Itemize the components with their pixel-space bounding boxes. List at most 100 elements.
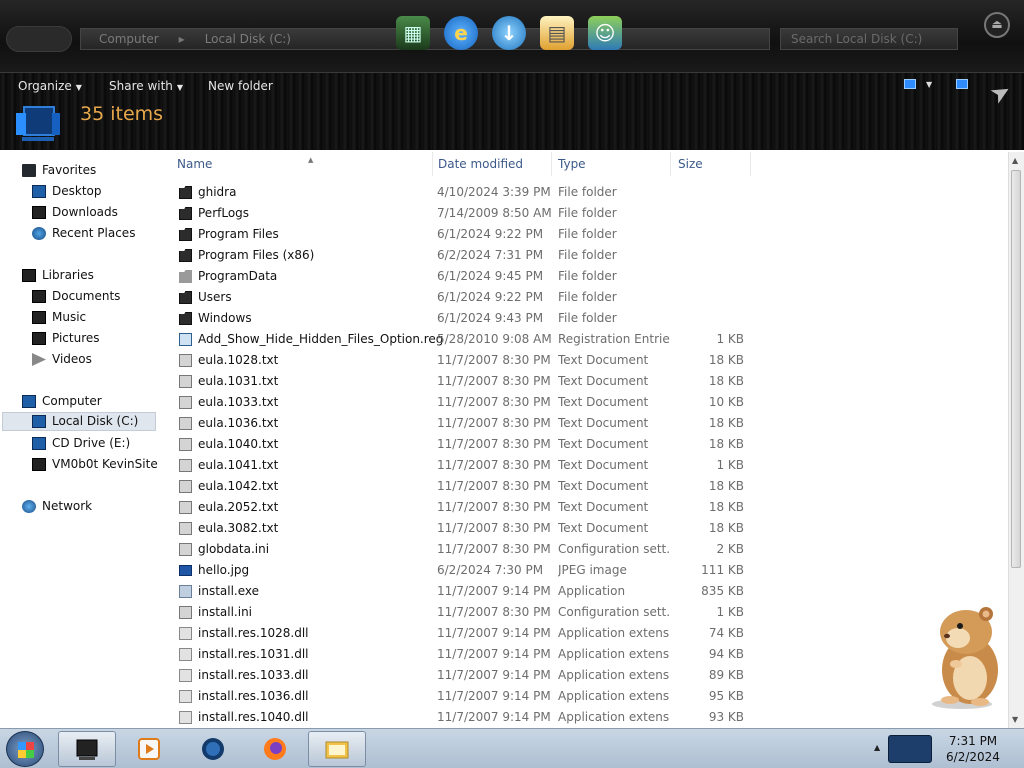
column-header-size[interactable]: Size bbox=[672, 152, 751, 176]
file-row[interactable]: ProgramData 6/1/2024 9:45 PM File folder bbox=[160, 266, 760, 287]
file-date-modified: 11/7/2007 8:30 PM bbox=[437, 416, 551, 430]
file-row[interactable]: PerfLogs 7/14/2009 8:50 AM File folder bbox=[160, 203, 760, 224]
taskbar-media-player[interactable] bbox=[120, 731, 178, 767]
change-view-icon[interactable] bbox=[904, 79, 916, 89]
file-type: Text Document bbox=[558, 500, 649, 514]
file-row[interactable]: install.res.1040.dll 11/7/2007 9:14 PM App… bbox=[160, 707, 760, 728]
file-row[interactable]: eula.3082.txt 11/7/2007 8:30 PM Text Docum… bbox=[160, 518, 760, 539]
file-row[interactable]: install.exe 11/7/2007 9:14 PM Application 8… bbox=[160, 581, 760, 602]
chevron-down-icon[interactable]: ▼ bbox=[926, 80, 932, 89]
file-row[interactable]: eula.1031.txt 11/7/2007 8:30 PM Text Docum… bbox=[160, 371, 760, 392]
file-name: ghidra bbox=[198, 185, 237, 199]
file-row[interactable]: eula.2052.txt 11/7/2007 8:30 PM Text Docum… bbox=[160, 497, 760, 518]
file-row[interactable]: eula.1036.txt 11/7/2007 8:30 PM Text Docum… bbox=[160, 413, 760, 434]
nav-desktop[interactable]: Desktop bbox=[32, 182, 102, 201]
nav-favorites[interactable]: Favorites bbox=[22, 161, 96, 180]
preview-pane-icon[interactable] bbox=[956, 79, 969, 89]
column-header-name[interactable]: Name ▲ bbox=[171, 152, 433, 176]
nav-pictures[interactable]: Pictures bbox=[32, 329, 100, 348]
app-launcher-icon[interactable]: ▦ bbox=[396, 16, 430, 50]
file-size: 93 KB bbox=[708, 710, 744, 724]
globe-update-icon[interactable]: ↓ bbox=[492, 16, 526, 50]
folder-explorer-icon[interactable]: ▤ bbox=[540, 16, 574, 50]
share-with-button[interactable]: Share with ▼ bbox=[109, 76, 183, 96]
network-status-icon[interactable] bbox=[888, 735, 932, 763]
navigation-pane: Favorites Desktop Downloads Recent Place… bbox=[0, 152, 160, 728]
users-icon[interactable]: ☺ bbox=[588, 16, 622, 50]
nav-libraries[interactable]: Libraries bbox=[22, 266, 94, 285]
file-name: install.exe bbox=[198, 584, 260, 598]
file-type: Application bbox=[558, 584, 626, 598]
scrollbar-thumb[interactable] bbox=[1011, 170, 1021, 568]
hamster-desktop-pet[interactable] bbox=[920, 604, 1010, 710]
nav-local-disk[interactable]: Local Disk (C:) bbox=[2, 412, 156, 431]
nav-computer[interactable]: Computer bbox=[22, 392, 102, 411]
nav-network[interactable]: Network bbox=[22, 497, 92, 516]
file-row[interactable]: eula.1028.txt 11/7/2007 8:30 PM Text Docum… bbox=[160, 350, 760, 371]
file-row[interactable]: eula.1041.txt 11/7/2007 8:30 PM Text Docum… bbox=[160, 455, 760, 476]
file-type: File folder bbox=[558, 311, 617, 325]
column-label: Name bbox=[177, 157, 213, 171]
file-row[interactable]: eula.1033.txt 11/7/2007 8:30 PM Text Docum… bbox=[160, 392, 760, 413]
nav-music[interactable]: Music bbox=[32, 308, 86, 327]
system-clock[interactable]: 7:31 PM 6/2/2024 bbox=[938, 733, 1008, 765]
nav-cd-drive[interactable]: CD Drive (E:) bbox=[32, 434, 130, 453]
file-row[interactable]: Add_Show_Hide_Hidden_Files_Option.reg 5/2… bbox=[160, 329, 760, 350]
file-row[interactable]: Program Files 6/1/2024 9:22 PM File folder bbox=[160, 224, 760, 245]
address-segment-local-disk[interactable]: Local Disk (C:) bbox=[205, 29, 291, 49]
cd-drive-icon bbox=[32, 437, 46, 450]
column-header-date[interactable]: Date modified bbox=[432, 152, 552, 176]
file-date-modified: 11/7/2007 8:30 PM bbox=[437, 395, 551, 409]
image-file-icon bbox=[179, 565, 192, 576]
search-input[interactable]: Search Local Disk (C:) bbox=[780, 28, 958, 50]
scroll-up-icon[interactable]: ▲ bbox=[1012, 156, 1018, 165]
internet-explorer-icon[interactable]: e bbox=[444, 16, 478, 50]
file-name: install.res.1033.dll bbox=[198, 668, 309, 682]
file-name: Program Files bbox=[198, 227, 279, 241]
file-row[interactable]: install.res.1033.dll 11/7/2007 9:14 PM App… bbox=[160, 665, 760, 686]
text-document-icon bbox=[179, 501, 192, 514]
file-date-modified: 11/7/2007 8:30 PM bbox=[437, 542, 551, 556]
file-row[interactable]: ghidra 4/10/2024 3:39 PM File folder bbox=[160, 182, 760, 203]
nav-recent-places[interactable]: Recent Places bbox=[32, 224, 135, 243]
file-row[interactable]: hello.jpg 6/2/2024 7:30 PM JPEG image 111 K… bbox=[160, 560, 760, 581]
file-row[interactable]: globdata.ini 11/7/2007 8:30 PM Configurati… bbox=[160, 539, 760, 560]
drive-details-icon bbox=[16, 106, 60, 141]
file-row[interactable]: install.res.1028.dll 11/7/2007 9:14 PM App… bbox=[160, 623, 760, 644]
taskbar-file-explorer[interactable] bbox=[308, 731, 366, 767]
address-segment-computer[interactable]: Computer bbox=[99, 29, 159, 49]
file-row[interactable]: Windows 6/1/2024 9:43 PM File folder bbox=[160, 308, 760, 329]
file-row[interactable]: install.res.1036.dll 11/7/2007 9:14 PM App… bbox=[160, 686, 760, 707]
column-header-type[interactable]: Type bbox=[552, 152, 671, 176]
file-date-modified: 6/1/2024 9:22 PM bbox=[437, 227, 544, 241]
text-document-icon bbox=[179, 375, 192, 388]
back-forward-buttons[interactable] bbox=[6, 26, 72, 52]
start-button[interactable] bbox=[6, 731, 44, 767]
file-row[interactable]: Program Files (x86) 6/2/2024 7:31 PM File … bbox=[160, 245, 760, 266]
nav-downloads[interactable]: Downloads bbox=[32, 203, 118, 222]
scroll-down-icon[interactable]: ▼ bbox=[1012, 715, 1018, 724]
file-size: 18 KB bbox=[708, 500, 744, 514]
taskbar-explorer-computer[interactable] bbox=[58, 731, 116, 767]
nav-label: Music bbox=[52, 310, 87, 324]
new-folder-button[interactable]: New folder bbox=[208, 76, 273, 96]
eject-icon[interactable]: ⏏ bbox=[984, 12, 1010, 38]
nav-documents[interactable]: Documents bbox=[32, 287, 120, 306]
nav-videos[interactable]: Videos bbox=[32, 350, 92, 369]
nav-kevinsite[interactable]: VM0b0t KevinSite bbox=[32, 455, 158, 474]
file-row[interactable]: eula.1040.txt 11/7/2007 8:30 PM Text Docum… bbox=[160, 434, 760, 455]
file-row[interactable]: install.res.1031.dll 11/7/2007 9:14 PM App… bbox=[160, 644, 760, 665]
vertical-scrollbar[interactable]: ▲ ▼ bbox=[1008, 152, 1024, 728]
chevron-down-icon: ▼ bbox=[176, 83, 184, 92]
folder-icon bbox=[179, 186, 192, 199]
computer-icon bbox=[76, 739, 98, 760]
file-row[interactable]: install.ini 11/7/2007 8:30 PM Configuratio… bbox=[160, 602, 760, 623]
file-date-modified: 11/7/2007 8:30 PM bbox=[437, 605, 551, 619]
show-hidden-icons-icon[interactable]: ▲ bbox=[874, 743, 880, 752]
taskbar-firefox[interactable] bbox=[246, 731, 304, 767]
taskbar-browser-globe[interactable] bbox=[184, 731, 242, 767]
file-row[interactable]: eula.1042.txt 11/7/2007 8:30 PM Text Docum… bbox=[160, 476, 760, 497]
file-date-modified: 4/10/2024 3:39 PM bbox=[437, 185, 551, 199]
organize-button[interactable]: Organize ▼ bbox=[18, 76, 82, 96]
file-row[interactable]: Users 6/1/2024 9:22 PM File folder bbox=[160, 287, 760, 308]
